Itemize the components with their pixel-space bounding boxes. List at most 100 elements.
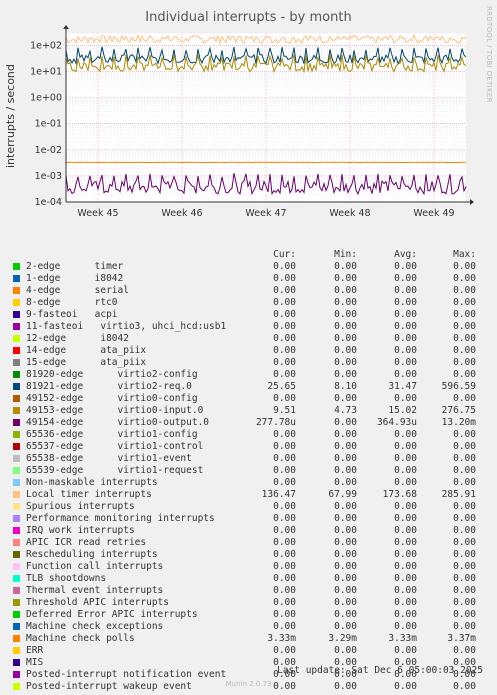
y-tick-label: 1e+02 bbox=[30, 40, 62, 51]
legend-series-name: TLB shootdowns bbox=[26, 573, 107, 584]
legend-row: TLB shootdowns 0.00 0.00 0.00 0.00 bbox=[0, 573, 497, 585]
legend-swatch bbox=[13, 455, 20, 462]
x-tick-label: Week 45 bbox=[77, 208, 118, 219]
legend-swatch bbox=[13, 551, 20, 558]
legend-swatch bbox=[13, 323, 20, 330]
legend-value-cur: 0.00 bbox=[273, 333, 296, 344]
legend-row: Thermal event interrupts 0.00 0.00 0.00 0.00 bbox=[0, 585, 497, 597]
legend-value-max: 13.20m bbox=[441, 417, 476, 428]
legend-row: Machine check exceptions 0.00 0.00 0.00 0.00 bbox=[0, 621, 497, 633]
legend-value-max: 0.00 bbox=[453, 369, 476, 380]
legend-value-cur: 0.00 bbox=[273, 561, 296, 572]
munin-version: Munin 2.0.73 bbox=[225, 680, 272, 688]
legend-value-cur: 0.00 bbox=[273, 441, 296, 452]
legend-swatch bbox=[13, 263, 20, 270]
legend-swatch bbox=[13, 539, 20, 546]
legend-value-max: 276.75 bbox=[441, 405, 476, 416]
legend-series-name: 81920-edge virtio2-config bbox=[26, 369, 198, 380]
legend-row: 65537-edge virtio1-control 0.00 0.00 0.00 0.… bbox=[0, 441, 497, 453]
legend-value-cur: 136.47 bbox=[261, 489, 296, 500]
legend-value-cur: 0.00 bbox=[273, 513, 296, 524]
legend-value-cur: 0.00 bbox=[273, 597, 296, 608]
legend-value-cur: 3.33m bbox=[267, 633, 296, 644]
legend-row: 81921-edge virtio2-req.0 25.65 8.10 31.47 59… bbox=[0, 381, 497, 393]
legend-series-name: 9-fasteoi acpi bbox=[26, 309, 118, 320]
legend-series-name: Machine check polls bbox=[26, 633, 135, 644]
header-cur: Cur: bbox=[273, 249, 296, 260]
legend-swatch bbox=[13, 287, 20, 294]
legend-row: 2-edge timer 0.00 0.00 0.00 0.00 bbox=[0, 261, 497, 273]
legend-series-name: ERR bbox=[26, 645, 44, 656]
y-tick-label: 1e-03 bbox=[35, 171, 62, 182]
legend-value-cur: 0.00 bbox=[273, 273, 296, 284]
legend-series-name: 1-edge i8042 bbox=[26, 273, 124, 284]
legend-value-cur: 0.00 bbox=[273, 309, 296, 320]
legend-series-name: Local timer interrupts bbox=[26, 489, 152, 500]
legend-series-name: 65539-edge virtio1-request bbox=[26, 465, 204, 476]
y-tick-label: 1e+00 bbox=[30, 93, 62, 104]
x-tick-label: Week 48 bbox=[329, 208, 370, 219]
legend-series-name: Posted-interrupt notification event bbox=[26, 669, 227, 680]
legend-row: Machine check polls 3.33m 3.29m 3.33m 3.37m bbox=[0, 633, 497, 645]
legend-row: 49152-edge virtio0-config 0.00 0.00 0.00 0.0… bbox=[0, 393, 497, 405]
legend-value-max: 0.00 bbox=[453, 501, 476, 512]
legend-value-cur: 0.00 bbox=[273, 261, 296, 272]
legend-series-name: Threshold APIC interrupts bbox=[26, 597, 169, 608]
legend-row: 49153-edge virtio0-input.0 9.51 4.73 15.02 2… bbox=[0, 405, 497, 417]
legend-value-max: 285.91 bbox=[441, 489, 476, 500]
legend-value-cur: 0.00 bbox=[273, 465, 296, 476]
legend-row: 65536-edge virtio1-config 0.00 0.00 0.00 0.0… bbox=[0, 429, 497, 441]
legend-series-name: 2-edge timer bbox=[26, 261, 124, 272]
legend-row: Performance monitoring interrupts 0.00 0.0… bbox=[0, 513, 497, 525]
legend-series-name: Rescheduling interrupts bbox=[26, 549, 158, 560]
legend-swatch bbox=[13, 515, 20, 522]
legend-value-cur: 0.00 bbox=[273, 585, 296, 596]
legend-row: Deferred Error APIC interrupts 0.00 0.00 0.… bbox=[0, 609, 497, 621]
legend-swatch bbox=[13, 671, 20, 678]
legend-row: 81920-edge virtio2-config 0.00 0.00 0.00 0.0… bbox=[0, 369, 497, 381]
legend-value-max: 0.00 bbox=[453, 609, 476, 620]
legend-value-cur: 0.00 bbox=[273, 357, 296, 368]
legend-swatch bbox=[13, 599, 20, 606]
legend-series-name: Deferred Error APIC interrupts bbox=[26, 609, 198, 620]
x-tick-label: Week 47 bbox=[245, 208, 286, 219]
legend-series-name: Machine check exceptions bbox=[26, 621, 164, 632]
legend-swatch bbox=[13, 479, 20, 486]
legend-swatch bbox=[13, 371, 20, 378]
legend-value-max: 0.00 bbox=[453, 345, 476, 356]
legend-row: Local timer interrupts 136.47 67.99 173.68 2… bbox=[0, 489, 497, 501]
legend-value-max: 0.00 bbox=[453, 573, 476, 584]
y-tick-label: 1e-04 bbox=[35, 197, 62, 208]
legend-value-max: 0.00 bbox=[453, 393, 476, 404]
legend-value-cur: 9.51 bbox=[273, 405, 296, 416]
legend-row: Rescheduling interrupts 0.00 0.00 0.00 0.00 bbox=[0, 549, 497, 561]
legend-swatch bbox=[13, 491, 20, 498]
legend-swatch bbox=[13, 467, 20, 474]
legend-series-name: IRQ work interrupts bbox=[26, 525, 135, 536]
legend-value-cur: 0.00 bbox=[273, 573, 296, 584]
legend-value-cur: 0.00 bbox=[273, 369, 296, 380]
legend-series-name: 65537-edge virtio1-control bbox=[26, 441, 204, 452]
legend-row: IRQ work interrupts 0.00 0.00 0.00 0.00 bbox=[0, 525, 497, 537]
legend-series-name: 4-edge serial bbox=[26, 285, 129, 296]
legend-row: Spurious interrupts 0.00 0.00 0.00 0.00 bbox=[0, 501, 497, 513]
legend-series-name: 12-edge i8042 bbox=[26, 333, 129, 344]
legend-value-max: 0.00 bbox=[453, 333, 476, 344]
legend-value-max: 0.00 bbox=[453, 357, 476, 368]
legend-series-name: 81921-edge virtio2-req.0 bbox=[26, 381, 192, 392]
x-axis-arrow bbox=[470, 199, 474, 205]
legend-value-cur: 0.00 bbox=[273, 393, 296, 404]
legend-value-max: 0.00 bbox=[453, 261, 476, 272]
legend-swatch bbox=[13, 563, 20, 570]
legend-row: 12-edge i8042 0.00 0.00 0.00 0.00 bbox=[0, 333, 497, 345]
legend-value-cur: 0.00 bbox=[273, 549, 296, 560]
legend-swatch bbox=[13, 275, 20, 282]
legend-series-name: 14-edge ata_piix bbox=[26, 345, 147, 356]
y-tick-label: 1e-02 bbox=[35, 145, 62, 156]
header-max: Max: bbox=[453, 249, 476, 260]
legend-swatch bbox=[13, 407, 20, 414]
legend-row: 4-edge serial 0.00 0.00 0.00 0.00 bbox=[0, 285, 497, 297]
legend-row: 8-edge rtc0 0.00 0.00 0.00 0.00 bbox=[0, 297, 497, 309]
legend-series-name: Performance monitoring interrupts bbox=[26, 513, 215, 524]
legend-value-max: 0.00 bbox=[453, 309, 476, 320]
